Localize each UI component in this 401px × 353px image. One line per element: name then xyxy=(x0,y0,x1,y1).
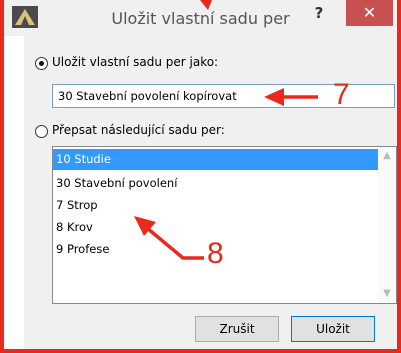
list-item[interactable]: 8 Krov xyxy=(53,217,378,238)
help-button[interactable]: ? xyxy=(306,2,332,24)
list-item[interactable]: 7 Strop xyxy=(53,195,378,216)
annotation-label-8: 8 xyxy=(207,237,224,270)
overwrite-label[interactable]: Přepsat následující sadu per: xyxy=(52,123,225,137)
list-item[interactable]: 10 Studie xyxy=(53,149,378,170)
annotation-label-7: 7 xyxy=(333,78,350,111)
title-bar: Uložit vlastní sadu per ? ✕ xyxy=(4,0,397,36)
list-item[interactable]: 30 Stavební povolení xyxy=(53,173,378,194)
window-title: Uložit vlastní sadu per xyxy=(111,9,290,28)
close-button[interactable]: ✕ xyxy=(346,0,393,26)
overwrite-radio[interactable] xyxy=(35,125,48,138)
scroll-up-arrow-icon[interactable]: ▲ xyxy=(378,147,396,165)
save-button[interactable]: Uložit xyxy=(291,316,375,342)
pen-set-list[interactable]: 10 Studie 30 Stavební povolení 7 Strop 8… xyxy=(52,146,397,304)
scroll-down-arrow-icon[interactable]: ▼ xyxy=(378,285,396,303)
save-as-radio[interactable] xyxy=(35,57,48,70)
list-scrollbar[interactable]: ▲ ▼ xyxy=(378,147,396,303)
save-as-label[interactable]: Uložit vlastní sadu per jako: xyxy=(52,55,218,69)
cancel-button[interactable]: Zrušit xyxy=(195,316,279,342)
